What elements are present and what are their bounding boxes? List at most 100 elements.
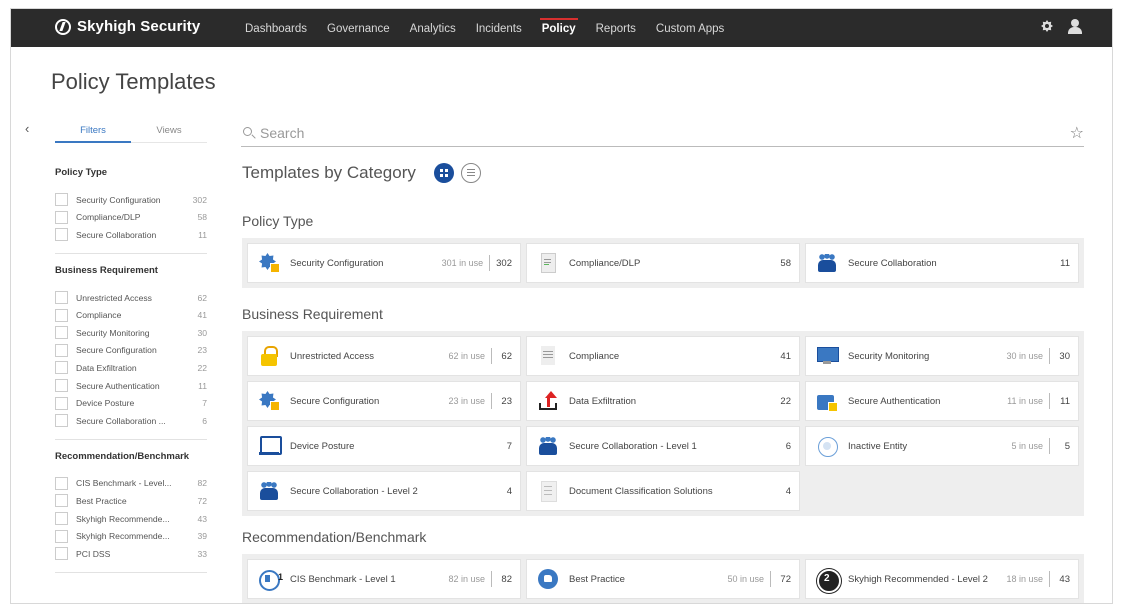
filter-checkbox[interactable]	[55, 193, 68, 207]
template-count: 302	[496, 257, 512, 269]
filter-option[interactable]: Skyhigh Recommende... 39	[55, 527, 207, 545]
filter-option[interactable]: Unrestricted Access 62	[55, 289, 207, 307]
filter-option-count: 22	[197, 362, 207, 373]
template-card[interactable]: Compliance 41	[526, 336, 800, 376]
filter-checkbox[interactable]	[55, 476, 68, 490]
template-card[interactable]: Secure Collaboration - Level 2 4	[247, 471, 521, 511]
filter-checkbox[interactable]	[55, 361, 68, 375]
device-icon	[258, 435, 282, 457]
template-card[interactable]: Compliance/DLP 58	[526, 243, 800, 283]
filter-option[interactable]: Secure Configuration 23	[55, 342, 207, 360]
app-window: Skyhigh Security Dashboards Governance Ana…	[10, 8, 1113, 604]
template-card[interactable]: Security Configuration 301 in use 302	[247, 243, 521, 283]
auth-icon	[816, 390, 838, 412]
filter-option[interactable]: Secure Collaboration 11	[55, 226, 207, 244]
inactive-icon	[816, 435, 838, 457]
filter-option-label: Compliance/DLP	[76, 212, 141, 223]
template-card-label: Device Posture	[290, 440, 355, 452]
template-card[interactable]: Secure Collaboration 11	[805, 243, 1079, 283]
filter-option-count: 62	[197, 292, 207, 303]
template-count: 62	[501, 350, 512, 362]
template-card-label: Security Monitoring	[848, 350, 930, 362]
filter-option-count: 33	[197, 548, 207, 559]
brand-name: Skyhigh Security	[77, 18, 201, 35]
template-card[interactable]: Secure Configuration 23 in use 23	[247, 381, 521, 421]
filter-option[interactable]: Compliance/DLP 58	[55, 209, 207, 227]
filter-checkbox[interactable]	[55, 494, 68, 508]
filter-checkbox[interactable]	[55, 547, 68, 561]
filter-option[interactable]: Security Monitoring 30	[55, 324, 207, 342]
filter-option[interactable]: Device Posture 7	[55, 394, 207, 412]
favorite-star-icon[interactable]: ☆	[1070, 123, 1084, 143]
grid-view-icon[interactable]	[434, 163, 454, 183]
filter-option[interactable]: Skyhigh Recommende... 43	[55, 510, 207, 528]
nav-item-custom-apps[interactable]: Custom Apps	[646, 9, 734, 47]
nav-item-analytics[interactable]: Analytics	[400, 9, 466, 47]
tab-filters[interactable]: Filters	[55, 121, 131, 143]
template-card[interactable]: 2 Skyhigh Recommended - Level 2 18 in use 4…	[805, 559, 1079, 599]
settings-gear-icon[interactable]	[1040, 19, 1054, 33]
template-card[interactable]: Best Practice 50 in use 72	[526, 559, 800, 599]
badge2-icon: 2	[816, 568, 841, 593]
filter-option[interactable]: CIS Benchmark - Level... 82	[55, 475, 207, 493]
filter-option-count: 43	[197, 513, 207, 524]
template-card[interactable]: Unrestricted Access 62 in use 62	[247, 336, 521, 376]
divider	[491, 348, 492, 364]
template-card[interactable]: Secure Authentication 11 in use 11	[805, 381, 1079, 421]
collapse-panel-chevron-icon[interactable]: ‹	[25, 121, 29, 136]
brand-logo[interactable]: Skyhigh Security	[55, 18, 200, 35]
docgray-icon	[537, 480, 559, 502]
filter-checkbox[interactable]	[55, 291, 68, 305]
nav-item-policy[interactable]: Policy	[532, 9, 586, 47]
filter-checkbox[interactable]	[55, 326, 68, 340]
template-card[interactable]: Secure Collaboration - Level 1 6	[526, 426, 800, 466]
search-input[interactable]	[260, 123, 1050, 143]
filter-checkbox[interactable]	[55, 379, 68, 393]
divider	[1049, 438, 1050, 454]
template-card-label: Best Practice	[569, 573, 625, 585]
template-card-label: Compliance/DLP	[569, 257, 641, 269]
category-title: Business Requirement	[242, 306, 383, 322]
filter-checkbox[interactable]	[55, 414, 68, 428]
filter-checkbox[interactable]	[55, 343, 68, 357]
template-card[interactable]: Inactive Entity 5 in use 5	[805, 426, 1079, 466]
filter-option[interactable]: Data Exfiltration 22	[55, 359, 207, 377]
template-card-label: Secure Collaboration	[848, 257, 937, 269]
upload-icon	[537, 390, 559, 412]
filter-option[interactable]: Compliance 41	[55, 306, 207, 324]
template-card[interactable]: Document Classification Solutions 4	[526, 471, 800, 511]
filter-option-label: Secure Collaboration ...	[76, 415, 166, 426]
filter-checkbox[interactable]	[55, 396, 68, 410]
nav-item-incidents[interactable]: Incidents	[466, 9, 532, 47]
filter-checkbox[interactable]	[55, 228, 68, 242]
filter-checkbox[interactable]	[55, 210, 68, 224]
filter-option-count: 30	[197, 327, 207, 338]
filter-option[interactable]: Secure Collaboration ... 6	[55, 412, 207, 430]
filter-group-title: Business Requirement	[55, 264, 158, 276]
template-card[interactable]: Security Monitoring 30 in use 30	[805, 336, 1079, 376]
template-card-label: Security Configuration	[290, 257, 384, 269]
filter-checkbox[interactable]	[55, 308, 68, 322]
template-card[interactable]: 1 CIS Benchmark - Level 1 82 in use 82	[247, 559, 521, 599]
nav-item-dashboards[interactable]: Dashboards	[235, 9, 317, 47]
template-card[interactable]: Data Exfiltration 22	[526, 381, 800, 421]
filter-option[interactable]: Security Configuration 302	[55, 191, 207, 209]
filter-option-label: CIS Benchmark - Level...	[76, 478, 172, 489]
in-use-count: 11 in use	[1007, 396, 1043, 406]
filter-option[interactable]: Secure Authentication 11	[55, 377, 207, 395]
nav-item-governance[interactable]: Governance	[317, 9, 400, 47]
filter-checkbox[interactable]	[55, 529, 68, 543]
filter-group: Policy Type Security Configuration 302 C…	[55, 167, 207, 254]
tab-views[interactable]: Views	[131, 121, 207, 142]
divider	[1049, 348, 1050, 364]
filter-checkbox[interactable]	[55, 512, 68, 526]
template-count: 6	[785, 440, 791, 452]
filter-option[interactable]: Best Practice 72	[55, 492, 207, 510]
nav-item-reports[interactable]: Reports	[586, 9, 646, 47]
top-icons	[1040, 19, 1082, 34]
template-card[interactable]: Device Posture 7	[247, 426, 521, 466]
in-use-count: 82 in use	[448, 574, 485, 584]
filter-option[interactable]: PCI DSS 33	[55, 545, 207, 563]
user-profile-icon[interactable]	[1068, 19, 1082, 34]
list-view-icon[interactable]	[461, 163, 481, 183]
